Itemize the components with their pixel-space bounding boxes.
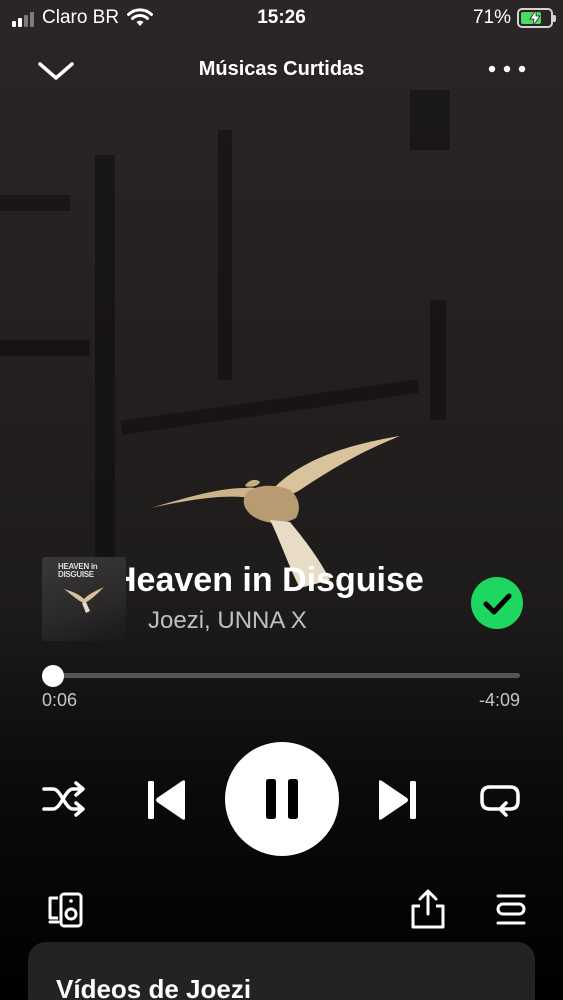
liked-button[interactable]: [471, 577, 523, 629]
player-header: Músicas Curtidas: [0, 50, 563, 90]
status-bar: Claro BR 15:26 71%: [0, 0, 563, 36]
cover-dove-icon: [64, 587, 104, 613]
repeat-button[interactable]: [476, 777, 524, 821]
next-icon: [379, 780, 416, 820]
previous-icon: [148, 780, 185, 820]
album-cover[interactable]: HEAVEN in DISGUISE: [42, 557, 126, 641]
share-icon[interactable]: [408, 888, 448, 930]
progress-rail: [42, 673, 520, 678]
song-artists[interactable]: Joezi, UNNA X: [148, 607, 307, 635]
remaining-time: -4:09: [478, 690, 520, 710]
playback-controls: [0, 742, 563, 857]
cover-title-line2: DISGUISE: [58, 570, 94, 579]
shuffle-button[interactable]: [40, 777, 88, 821]
connect-device-icon[interactable]: [46, 890, 86, 930]
track-info: Heaven in Disguise HEAVEN in DISGUISE Joe…: [42, 557, 523, 647]
pause-icon: [266, 779, 298, 819]
battery-percent: 71%: [472, 7, 511, 28]
progress-knob[interactable]: [42, 665, 65, 687]
section-title: Vídeos de Joezi: [56, 974, 252, 1000]
artist-videos-card[interactable]: Vídeos de Joezi: [28, 942, 535, 1000]
progress-bar[interactable]: [42, 665, 520, 687]
shuffle-icon: [42, 781, 85, 817]
previous-button[interactable]: [142, 776, 190, 824]
repeat-icon: [480, 785, 520, 817]
pause-button[interactable]: [225, 742, 339, 856]
chevron-down-icon[interactable]: [36, 56, 76, 86]
song-title[interactable]: Heaven in Disguise: [112, 561, 424, 600]
elapsed-time: 0:06: [42, 690, 78, 710]
queue-icon[interactable]: [494, 892, 528, 928]
more-options-icon[interactable]: [487, 58, 527, 80]
playlist-title: Músicas Curtidas: [198, 58, 365, 80]
next-button[interactable]: [374, 776, 422, 824]
checkmark-icon: [483, 593, 512, 615]
secondary-actions: [0, 888, 563, 932]
battery-charging-icon: [517, 8, 556, 28]
